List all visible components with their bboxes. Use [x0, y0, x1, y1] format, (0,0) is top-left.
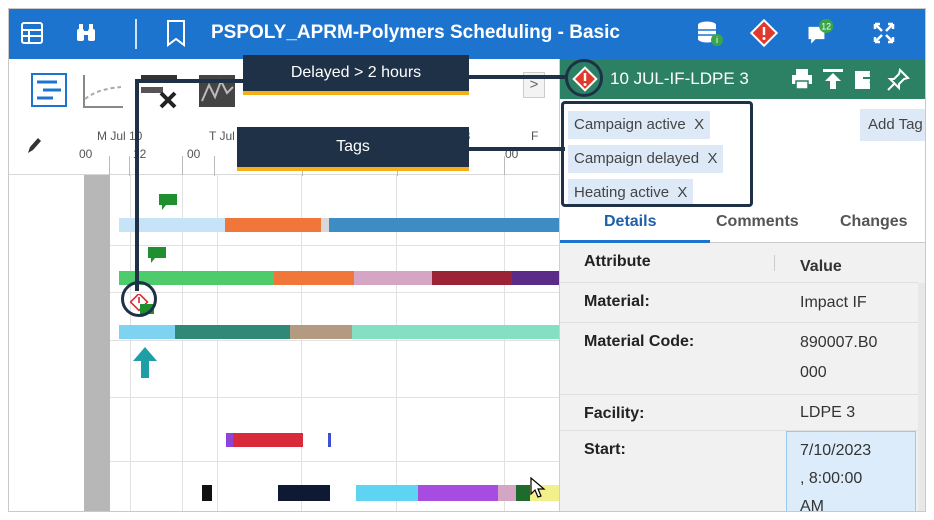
attribute-label: Material Code:	[584, 333, 695, 350]
top-bar: PSPOLY_APRM-Polymers Scheduling - Basic …	[9, 9, 925, 59]
edit-pencil-icon[interactable]	[25, 136, 43, 161]
callout-tags-box	[561, 101, 753, 207]
attribute-label: Facility:	[584, 405, 645, 422]
table-row: Material Code: 890007.B0 000	[560, 323, 918, 395]
table-row: Start: 7/10/2023 , 8:00:00 AM	[560, 431, 918, 512]
table-header-row: Attribute Value	[560, 243, 918, 283]
line-chart-icon[interactable]	[81, 73, 125, 114]
print-icon[interactable]	[790, 68, 814, 95]
callout-connector	[469, 147, 565, 151]
bookmark-icon[interactable]	[161, 18, 191, 48]
comment-marker-icon[interactable]	[158, 193, 178, 216]
attribute-table: Attribute Value Material: Impact IF Mate…	[560, 243, 925, 512]
attribute-label: Material:	[584, 293, 650, 310]
mouse-cursor-icon	[530, 476, 546, 504]
binoculars-icon[interactable]	[71, 18, 101, 48]
attribute-value: LDPE 3	[800, 404, 856, 421]
table-row: Material: Impact IF	[560, 283, 918, 323]
tab-changes[interactable]: Changes	[840, 213, 908, 231]
column-header-value: Value	[800, 258, 842, 275]
detail-title: 10 JUL-IF-LDPE 3	[610, 69, 749, 88]
callout-tags: Tags	[237, 127, 469, 171]
app-title: PSPOLY_APRM-Polymers Scheduling - Basic	[211, 22, 620, 43]
comment-marker-icon[interactable]	[147, 246, 167, 269]
ruler-date-label: F	[531, 129, 539, 143]
callout-connector	[461, 75, 567, 79]
detail-header: 10 JUL-IF-LDPE 3	[560, 59, 925, 99]
app-window: PSPOLY_APRM-Polymers Scheduling - Basic …	[8, 8, 926, 512]
table-scrollbar[interactable]	[918, 283, 925, 511]
attribute-value: 7/10/2023	[800, 442, 872, 459]
move-up-arrow-icon[interactable]	[132, 345, 158, 384]
pin-top-icon[interactable]	[822, 68, 844, 95]
attribute-value: Impact IF	[800, 294, 867, 311]
attribute-label: Start:	[584, 441, 626, 458]
callout-highlight-circle	[121, 281, 157, 317]
svg-text:i: i	[716, 35, 718, 45]
comments-icon[interactable]: 12	[805, 18, 835, 48]
toolbar-divider	[135, 19, 137, 49]
table-row: Facility: LDPE 3	[560, 395, 918, 431]
gantt-chart	[84, 175, 559, 511]
callout-highlight-circle	[565, 59, 603, 97]
add-tag-button[interactable]: Add Tag	[860, 109, 925, 141]
tab-details[interactable]: Details	[604, 213, 656, 231]
export-icon[interactable]	[854, 68, 877, 95]
ruler-hour-label: 00	[187, 147, 201, 161]
callout-delayed: Delayed > 2 hours	[243, 55, 469, 95]
detail-tabs: Details Comments Changes	[560, 207, 925, 243]
tab-comments[interactable]: Comments	[716, 213, 799, 231]
row-gutter	[84, 175, 110, 511]
callout-connector	[135, 79, 139, 291]
gantt-view-icon[interactable]	[31, 73, 67, 112]
report-grid-icon[interactable]	[17, 18, 47, 48]
notification-badge: 12	[821, 21, 831, 31]
ruler-hour-label: 00	[79, 147, 93, 161]
pushpin-icon[interactable]	[886, 68, 910, 97]
fullscreen-icon[interactable]	[869, 18, 899, 48]
attribute-value: , 8:00:00	[800, 470, 863, 487]
column-header-attribute: Attribute	[584, 253, 651, 270]
attribute-value: 890007.B0	[800, 334, 878, 351]
attribute-value: AM	[800, 498, 824, 512]
ruler-date-label: T Jul	[209, 129, 235, 143]
attribute-value: 000	[800, 364, 827, 381]
alert-diamond-icon[interactable]	[749, 18, 779, 48]
database-info-icon[interactable]: i	[695, 18, 725, 48]
